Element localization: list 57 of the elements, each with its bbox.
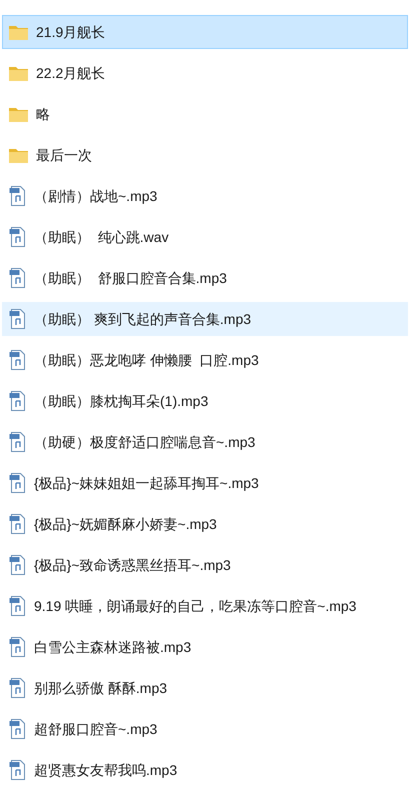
file-row[interactable]: {极品}~妹妹姐姐一起舔耳掏耳~.mp3	[2, 466, 408, 500]
folder-icon	[9, 24, 28, 40]
file-name: {极品}~妹妹姐姐一起舔耳掏耳~.mp3	[34, 474, 259, 493]
audio-file-icon	[9, 186, 26, 206]
audio-file-icon	[9, 555, 26, 575]
audio-file-icon	[9, 473, 26, 493]
file-name: 略	[36, 104, 50, 124]
file-row[interactable]: 超舒服口腔音~.mp3	[2, 712, 408, 746]
file-row[interactable]: 超贤惠女友帮我呜.mp3	[2, 753, 408, 787]
file-row[interactable]: （助眠） 舒服口腔音合集.mp3	[2, 261, 408, 295]
file-row[interactable]: 别那么骄傲 酥酥.mp3	[2, 671, 408, 705]
audio-file-icon	[9, 268, 26, 288]
file-name: 白雪公主森林迷路被.mp3	[34, 638, 192, 657]
file-name: {极品}~致命诱惑黑丝捂耳~.mp3	[34, 556, 231, 575]
file-name: 超贤惠女友帮我呜.mp3	[34, 760, 178, 780]
file-row[interactable]: （剧情）战地~.mp3	[2, 179, 408, 213]
file-name: （助眠）膝枕掏耳朵(1).mp3	[34, 392, 208, 411]
file-name: 22.2月舰长	[36, 64, 106, 82]
file-row[interactable]: {极品}~妩媚酥麻小娇妻~.mp3	[2, 507, 408, 541]
file-name: 9.19 哄睡，朗诵最好的自己，吃果冻等口腔音~.mp3	[34, 596, 356, 616]
file-row[interactable]: （助眠）恶龙咆哮 伸懒腰 口腔.mp3	[2, 343, 408, 377]
audio-file-icon	[9, 637, 26, 657]
file-row[interactable]: （助眠） 爽到飞起的声音合集.mp3	[2, 302, 408, 336]
file-name: {极品}~妩媚酥麻小娇妻~.mp3	[34, 514, 217, 534]
file-row[interactable]: （助眠）膝枕掏耳朵(1).mp3	[2, 384, 408, 418]
file-row[interactable]: （助眠） 纯心跳.wav	[2, 220, 408, 254]
folder-icon	[9, 106, 28, 122]
file-name: 别那么骄傲 酥酥.mp3	[34, 678, 168, 698]
file-row[interactable]: （助硬）极度舒适口腔喘息音~.mp3	[2, 425, 408, 459]
folder-icon	[9, 66, 28, 80]
audio-file-icon	[9, 432, 26, 452]
file-name: （剧情）战地~.mp3	[34, 186, 158, 206]
file-row[interactable]: 略	[2, 97, 408, 131]
folder-icon	[9, 148, 28, 162]
file-name: 超舒服口腔音~.mp3	[34, 720, 158, 739]
file-name: （助眠）恶龙咆哮 伸懒腰 口腔.mp3	[34, 350, 259, 370]
file-name: （助眠） 纯心跳.wav	[34, 228, 169, 246]
file-row[interactable]: 白雪公主森林迷路被.mp3	[2, 630, 408, 664]
file-row[interactable]: {极品}~致命诱惑黑丝捂耳~.mp3	[2, 548, 408, 582]
audio-file-icon	[9, 227, 26, 247]
file-name: （助硬）极度舒适口腔喘息音~.mp3	[34, 432, 256, 452]
file-row[interactable]: 最后一次	[2, 138, 408, 172]
file-name: 21.9月舰长	[36, 22, 106, 42]
audio-file-icon	[9, 678, 26, 698]
file-name: 最后一次	[36, 146, 92, 164]
audio-file-icon	[9, 309, 26, 329]
audio-file-icon	[9, 350, 26, 370]
audio-file-icon	[9, 514, 26, 534]
file-name: （助眠） 舒服口腔音合集.mp3	[34, 268, 227, 288]
audio-file-icon	[9, 596, 26, 616]
audio-file-icon	[9, 760, 26, 780]
audio-file-icon	[9, 719, 26, 739]
audio-file-icon	[9, 391, 26, 411]
file-name: （助眠） 爽到飞起的声音合集.mp3	[34, 310, 252, 329]
file-row[interactable]: 9.19 哄睡，朗诵最好的自己，吃果冻等口腔音~.mp3	[2, 589, 408, 623]
file-row[interactable]: 21.9月舰长	[2, 15, 408, 49]
file-row[interactable]: 22.2月舰长	[2, 56, 408, 90]
